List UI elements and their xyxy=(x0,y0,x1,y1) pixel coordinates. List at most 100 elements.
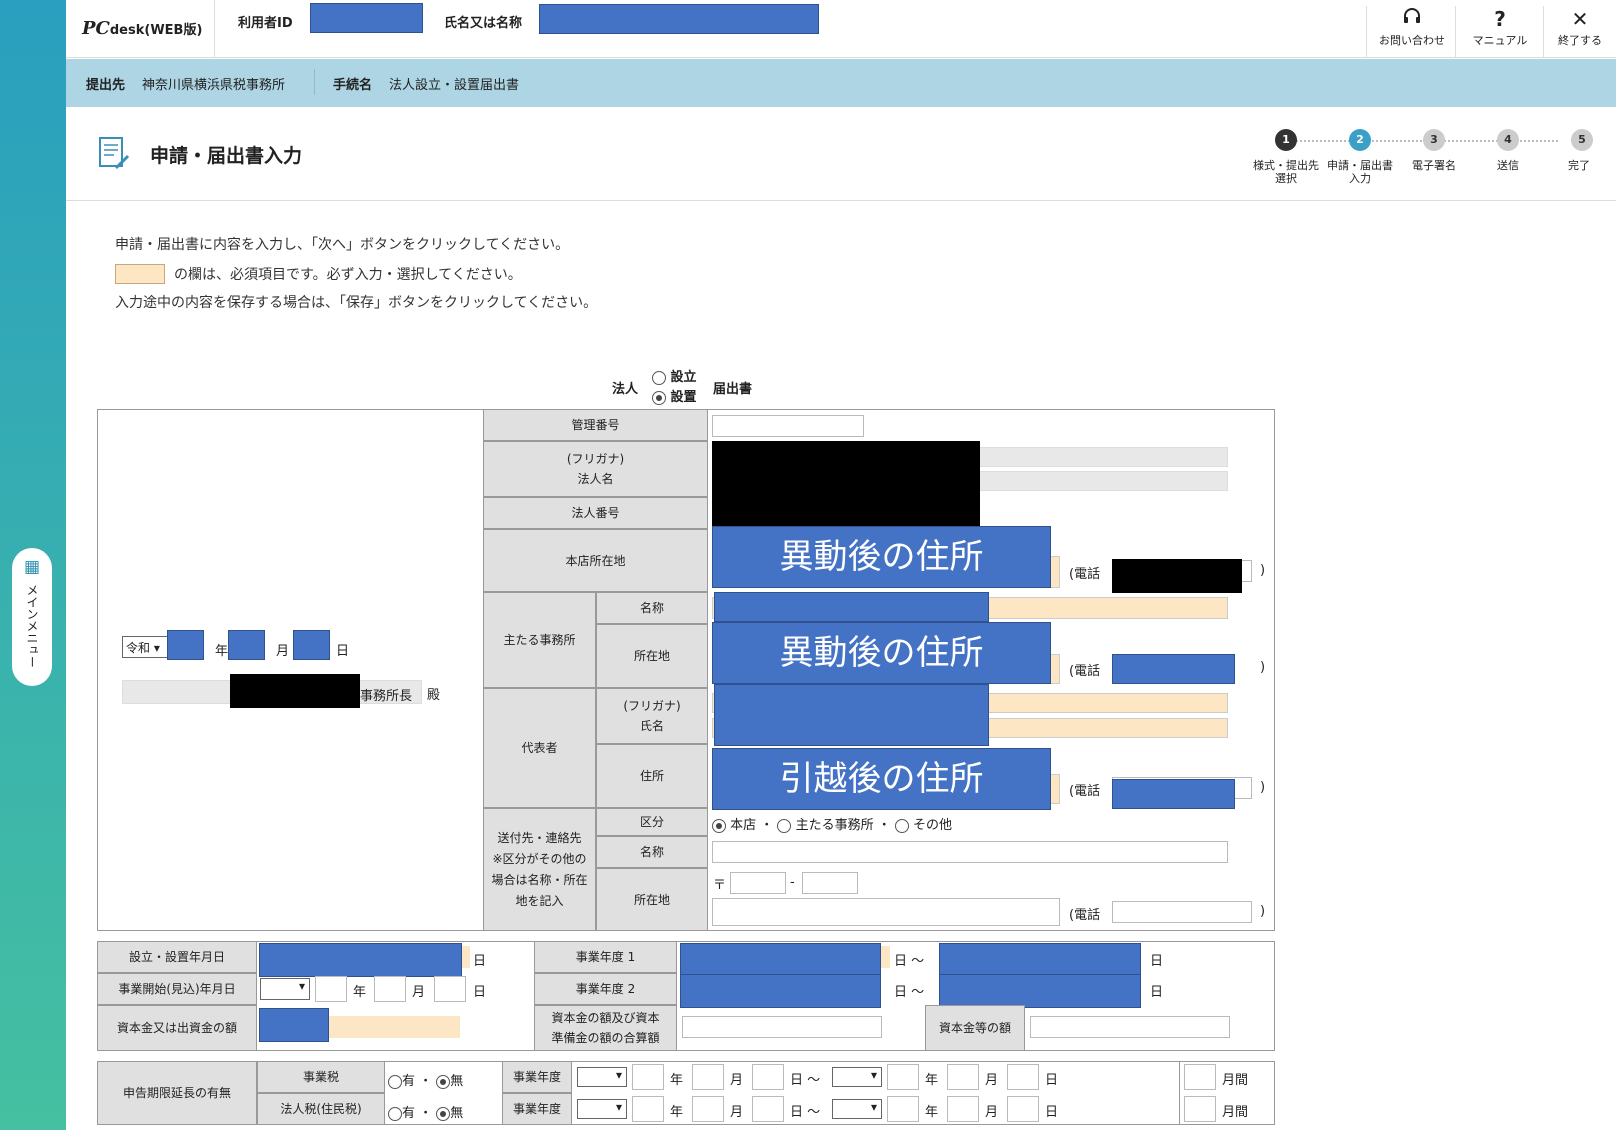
send-name-input[interactable] xyxy=(712,841,1228,863)
ext2-d1[interactable] xyxy=(752,1096,784,1122)
postal1-input[interactable] xyxy=(730,872,786,894)
day-input-redacted[interactable] xyxy=(293,630,330,660)
year-label: 年 xyxy=(215,644,229,659)
kara-label: 日 〜 xyxy=(790,1105,821,1120)
send-tel-input[interactable] xyxy=(1112,901,1252,923)
shihon-gokei-input[interactable] xyxy=(682,1016,882,1038)
label-honten: 本店所在地 xyxy=(483,529,708,592)
label-send-address: 所在地 xyxy=(596,868,708,931)
dono-label: 殿 xyxy=(427,688,441,703)
month-input-redacted[interactable] xyxy=(228,630,265,660)
paren: ) xyxy=(1260,780,1266,795)
label-houjin-no: 法人番号 xyxy=(483,497,708,529)
help-icon: ? xyxy=(1494,7,1506,31)
ext2-d2[interactable] xyxy=(1007,1096,1039,1122)
step-5-label: 完了 xyxy=(1568,159,1590,172)
rep-name-redacted xyxy=(714,684,989,746)
radio-install-icon xyxy=(652,390,666,405)
day-label: 日 xyxy=(473,954,487,969)
ext2-era2-select[interactable]: ▾ xyxy=(832,1099,882,1119)
label-nendo2: 事業年度 2 xyxy=(534,973,677,1005)
year-input-redacted[interactable] xyxy=(167,630,204,660)
document-edit-icon xyxy=(99,137,130,170)
instruction-3: 入力途中の内容を保存する場合は、「保存」ボタンをクリックしてください。 xyxy=(115,295,598,311)
ext1-d1[interactable] xyxy=(752,1064,784,1090)
kanri-input[interactable] xyxy=(712,415,864,437)
headset-icon xyxy=(1368,6,1456,32)
setsuritsu-redacted xyxy=(259,943,462,977)
houjinzei-radios[interactable]: 有 ・ 無 xyxy=(388,1102,463,1121)
nendo1-end-redacted[interactable] xyxy=(939,943,1141,977)
contact-button[interactable]: お問い合わせ xyxy=(1368,6,1456,54)
grid-icon: ▦ xyxy=(23,557,41,577)
label-jusho: 住所 xyxy=(596,744,708,808)
ext1-m2[interactable] xyxy=(947,1064,979,1090)
label-daihyo-name: (フリガナ) 氏名 xyxy=(596,688,708,744)
ext1-y2[interactable] xyxy=(887,1064,919,1090)
year-label: 年 xyxy=(925,1073,939,1088)
form-title-suffix: 届出書 xyxy=(713,382,753,397)
kaishi-era-select[interactable]: ▾ xyxy=(260,978,310,1000)
month-label: 月 xyxy=(985,1073,999,1088)
radio-icon xyxy=(436,1074,451,1089)
ext1-months-input[interactable] xyxy=(1184,1064,1216,1090)
kaishi-month-input[interactable] xyxy=(374,976,406,1002)
label-shihon: 資本金又は出資金の額 xyxy=(97,1005,257,1051)
label-nendo-ext2: 事業年度 xyxy=(502,1093,572,1125)
office-suffix: 事務所長 xyxy=(360,689,413,704)
day-label: 日 xyxy=(1045,1105,1059,1120)
app-logo: PCdesk(WEB版) xyxy=(82,18,203,39)
required-swatch xyxy=(115,264,165,284)
nendo1-start-redacted xyxy=(680,943,881,977)
ext2-y1[interactable] xyxy=(632,1096,664,1122)
month-label: 月 xyxy=(412,985,426,1000)
ext2-y2[interactable] xyxy=(887,1096,919,1122)
year-label: 年 xyxy=(353,985,367,1000)
label-extension: 申告期限延長の有無 xyxy=(97,1061,257,1125)
kubun-radios[interactable]: 本店 ・ 主たる事務所 ・ その他 xyxy=(712,814,952,833)
kaishi-day-input[interactable] xyxy=(434,976,466,1002)
main-office-name-redacted xyxy=(714,592,989,622)
day-label: 日 xyxy=(473,985,487,1000)
ext1-d2[interactable] xyxy=(1007,1064,1039,1090)
ext1-era1-select[interactable]: ▾ xyxy=(577,1067,627,1087)
manual-button[interactable]: ? マニュアル xyxy=(1456,6,1544,54)
radio-establish[interactable]: 設立 xyxy=(652,366,697,385)
ext1-m1[interactable] xyxy=(692,1064,724,1090)
shihonkin-to-input[interactable] xyxy=(1030,1016,1230,1038)
kaishi-year-input[interactable] xyxy=(315,976,347,1002)
radio-icon xyxy=(388,1074,402,1089)
jigyozei-radios[interactable]: 有 ・ 無 xyxy=(388,1070,463,1089)
main-office-tel-label: (電話 xyxy=(1069,664,1101,679)
era-select[interactable]: 令和 ▾ xyxy=(122,636,172,658)
ext1-era2-select[interactable]: ▾ xyxy=(832,1067,882,1087)
send-address-input[interactable] xyxy=(712,898,1060,926)
ext2-era1-select[interactable]: ▾ xyxy=(577,1099,627,1119)
radio-icon xyxy=(777,818,792,833)
exit-button[interactable]: ✕ 終了する xyxy=(1544,6,1616,54)
postal2-input[interactable] xyxy=(802,872,858,894)
divider xyxy=(214,0,215,58)
label-kubun: 区分 xyxy=(596,808,708,836)
step-3-label: 電子署名 xyxy=(1412,159,1456,172)
ext2-m2[interactable] xyxy=(947,1096,979,1122)
nendo2-end-redacted[interactable] xyxy=(939,974,1141,1008)
ext2-m1[interactable] xyxy=(692,1096,724,1122)
label-houjinzei: 法人税(住民税) xyxy=(257,1093,385,1125)
ext2-months-input[interactable] xyxy=(1184,1096,1216,1122)
radio-establish-icon xyxy=(652,370,666,385)
main-office-overlay: 異動後の住所 xyxy=(712,622,1051,684)
month-label: 月 xyxy=(730,1073,744,1088)
nendo2-start-redacted[interactable] xyxy=(680,974,881,1008)
main-office-tel-redacted[interactable] xyxy=(1112,654,1235,684)
radio-install[interactable]: 設置 xyxy=(652,386,697,405)
user-id-redacted xyxy=(310,3,423,33)
nendo2-kara: 日 〜 xyxy=(894,985,925,1000)
postal-dash: - xyxy=(790,875,795,890)
step-4-label: 送信 xyxy=(1497,159,1519,172)
label-kanri: 管理番号 xyxy=(483,409,708,441)
day-label: 日 xyxy=(1045,1073,1059,1088)
name-label: 氏名又は名称 xyxy=(444,16,523,31)
year-label: 年 xyxy=(670,1105,684,1120)
ext1-y1[interactable] xyxy=(632,1064,664,1090)
